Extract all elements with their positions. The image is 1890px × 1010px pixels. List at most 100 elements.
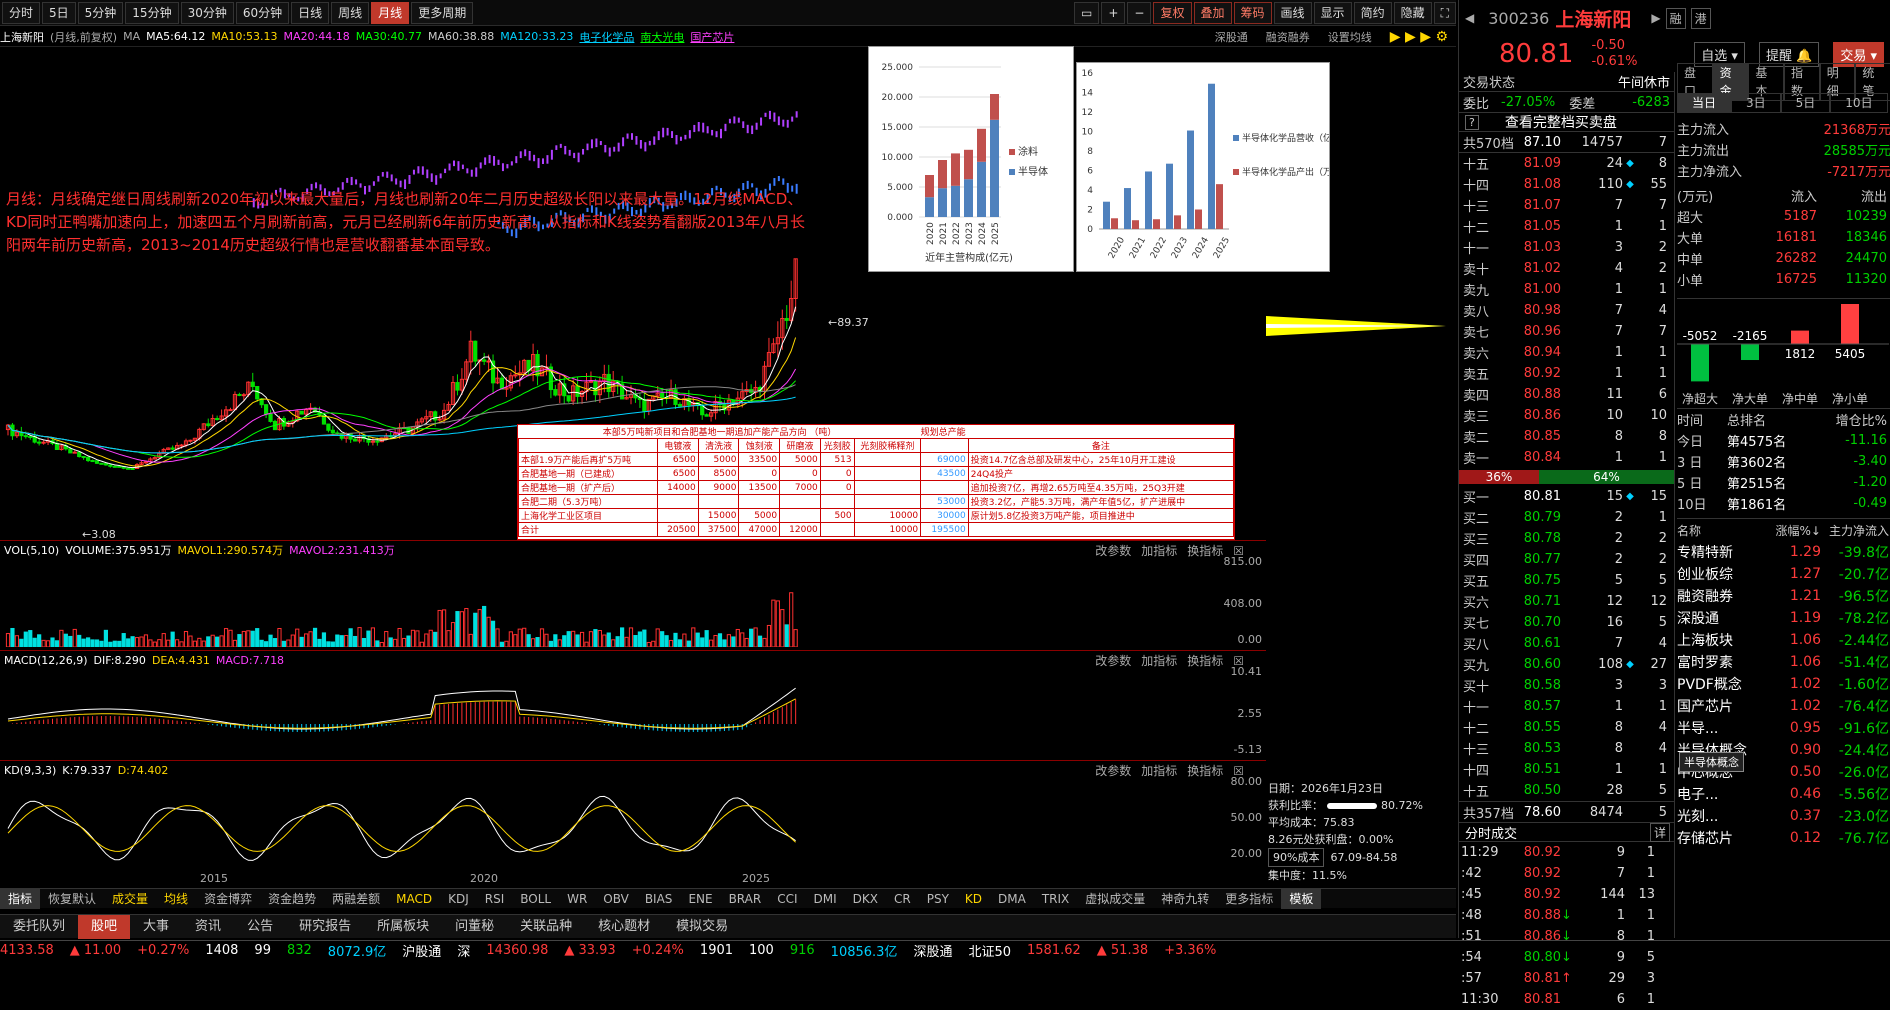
sector-row[interactable]: 存储芯片 0.12 -76.7亿 (1677, 827, 1890, 849)
sector-row[interactable]: 专精特新 1.29 -39.8亿 (1677, 541, 1890, 563)
indicator-15[interactable]: BRAR (721, 889, 770, 909)
bottom-tab-9[interactable]: 核心题材 (585, 915, 663, 939)
indicator-9[interactable]: RSI (477, 889, 513, 909)
buy-level-row[interactable]: 买八 80.61 7 4 (1459, 633, 1674, 654)
volume-panel[interactable]: VOL(5,10) VOLUME:375.951万 MAVOL1:290.574… (0, 540, 1266, 648)
sell-level-row[interactable]: 卖一 80.84 1 1 (1459, 447, 1674, 468)
sector-row[interactable]: 创业板综 1.27 -20.7亿 (1677, 563, 1890, 585)
chart-mode[interactable]: (月线,前复权) (50, 29, 117, 45)
kd-panel[interactable]: KD(9,3,3) K:79.337 D:74.402 改参数 加指标 换指标 ☒ 8… (0, 760, 1266, 872)
indicator-3[interactable]: 均线 (156, 889, 196, 909)
buy-level-row[interactable]: 买一 80.81 15 ◆ 15 (1459, 486, 1674, 507)
fund-subtab-0[interactable]: 当日 (1677, 93, 1732, 113)
link-sgt[interactable]: 深股通 (1215, 29, 1248, 45)
bottom-tab-1[interactable]: 股吧 (78, 914, 131, 939)
sell-level-row[interactable]: 卖七 80.96 7 7 (1459, 321, 1674, 342)
indicator-16[interactable]: CCI (769, 889, 805, 909)
indicator-11[interactable]: WR (559, 889, 595, 909)
tool-1[interactable]: 叠加 (1193, 1, 1232, 24)
tool-6[interactable]: 隐藏 (1393, 1, 1432, 24)
sector-link-1[interactable]: 电子化学品 (579, 29, 634, 45)
full-orderbook-link[interactable]: ? 查看完整档买卖盘 (1459, 112, 1674, 132)
sell-level-row[interactable]: 卖二 80.85 8 8 (1459, 426, 1674, 447)
indicator-12[interactable]: OBV (595, 889, 637, 909)
indicator-1[interactable]: 恢复默认 (40, 889, 104, 909)
vol-title[interactable]: VOL(5,10) (4, 544, 59, 557)
prev-stock-icon[interactable]: ◀ (1465, 11, 1474, 25)
indicator-19[interactable]: CR (886, 889, 919, 909)
edit-params-button[interactable]: 改参数 (1095, 544, 1131, 558)
add-indicator-button[interactable]: 加指标 (1141, 544, 1177, 558)
buy-level-row[interactable]: 买十 80.58 3 3 (1459, 675, 1674, 696)
bottom-tab-4[interactable]: 公告 (234, 915, 286, 939)
sell-level-row[interactable]: 卖三 80.86 10 10 (1459, 405, 1674, 426)
sell-level-row[interactable]: 卖四 80.88 11 6 (1459, 384, 1674, 405)
sell-level-row[interactable]: 十五 81.09 24 ◆ 8 (1459, 153, 1674, 174)
buy-level-row[interactable]: 十四 80.51 1 1 (1459, 759, 1674, 780)
indicator-24[interactable]: 虚拟成交量 (1077, 889, 1153, 909)
fund-subtab-3[interactable]: 10日 (1830, 93, 1888, 113)
edit-params-button[interactable]: 改参数 (1095, 764, 1131, 778)
indicator-7[interactable]: MACD (388, 889, 440, 909)
sector-row[interactable]: 半导... 0.95 -91.6亿 (1677, 717, 1890, 739)
sector-row[interactable]: 深股通 1.19 -78.2亿 (1677, 607, 1890, 629)
indicator-5[interactable]: 资金趋势 (260, 889, 324, 909)
switch-indicator-button[interactable]: 换指标 (1187, 764, 1223, 778)
indicator-4[interactable]: 资金博弈 (196, 889, 260, 909)
tool-5[interactable]: 简约 (1353, 1, 1392, 24)
sell-level-row[interactable]: 卖十 81.02 4 2 (1459, 258, 1674, 279)
sector-row[interactable]: 国产芯片 1.02 -76.4亿 (1677, 695, 1890, 717)
tool-2[interactable]: 筹码 (1233, 1, 1272, 24)
play-icons[interactable]: ▶ ▶ ▶ ⚙ (1390, 29, 1448, 45)
edit-params-button[interactable]: 改参数 (1095, 654, 1131, 668)
sell-level-row[interactable]: 卖八 80.98 7 4 (1459, 300, 1674, 321)
sell-level-row[interactable]: 十二 81.05 1 1 (1459, 216, 1674, 237)
fund-subtab-1[interactable]: 3日 (1731, 93, 1781, 113)
buy-level-row[interactable]: 十三 80.53 8 4 (1459, 738, 1674, 759)
window-icon[interactable]: ▭ (1074, 1, 1100, 24)
indicator-13[interactable]: BIAS (637, 889, 681, 909)
buy-level-row[interactable]: 十一 80.57 1 1 (1459, 696, 1674, 717)
link-ma-settings[interactable]: 设置均线 (1328, 29, 1372, 45)
sell-level-row[interactable]: 卖六 80.94 1 1 (1459, 342, 1674, 363)
indicator-25[interactable]: 神奇九转 (1153, 889, 1217, 909)
tool-0[interactable]: 复权 (1153, 1, 1192, 24)
period-tab-9[interactable]: 更多周期 (411, 1, 474, 24)
bottom-tab-0[interactable]: 委托队列 (0, 915, 78, 939)
sector-link-2[interactable]: 南大光电 (640, 29, 684, 45)
switch-indicator-button[interactable]: 换指标 (1187, 654, 1223, 668)
indicator-6[interactable]: 两融差额 (324, 889, 388, 909)
buy-level-row[interactable]: 买五 80.75 5 5 (1459, 570, 1674, 591)
indicator-8[interactable]: KDJ (440, 889, 477, 909)
period-tab-7[interactable]: 周线 (331, 1, 370, 24)
buy-level-row[interactable]: 买三 80.78 2 2 (1459, 528, 1674, 549)
indicator-23[interactable]: TRIX (1034, 889, 1077, 909)
switch-indicator-button[interactable]: 换指标 (1187, 544, 1223, 558)
bottom-tab-7[interactable]: 问董秘 (442, 915, 507, 939)
buy-level-row[interactable]: 十二 80.55 8 4 (1459, 717, 1674, 738)
plus-icon[interactable]: + (1101, 1, 1126, 24)
indicator-14[interactable]: ENE (680, 889, 720, 909)
indicator-20[interactable]: PSY (919, 889, 957, 909)
period-tab-5[interactable]: 60分钟 (235, 1, 290, 24)
buy-level-row[interactable]: 买六 80.71 12 12 (1459, 591, 1674, 612)
bottom-tab-10[interactable]: 模拟交易 (663, 915, 741, 939)
buy-level-row[interactable]: 买四 80.77 2 2 (1459, 549, 1674, 570)
bottom-tab-5[interactable]: 研究报告 (286, 915, 364, 939)
indicator-10[interactable]: BOLL (512, 889, 559, 909)
period-tab-3[interactable]: 15分钟 (125, 1, 179, 24)
sector-row[interactable]: PVDF概念 1.02 -1.60亿 (1677, 673, 1890, 695)
bottom-tab-6[interactable]: 所属板块 (364, 915, 442, 939)
minus-icon[interactable]: − (1127, 1, 1152, 24)
bottom-tab-2[interactable]: 大事 (130, 915, 182, 939)
add-indicator-button[interactable]: 加指标 (1141, 654, 1177, 668)
indicator-2[interactable]: 成交量 (104, 889, 156, 909)
buy-level-row[interactable]: 买二 80.79 2 1 (1459, 507, 1674, 528)
kd-title[interactable]: KD(9,3,3) (4, 764, 56, 777)
trades-detail-button[interactable]: 详 (1649, 822, 1670, 842)
indicator-18[interactable]: DKX (845, 889, 886, 909)
sector-link-3[interactable]: 国产芯片 (690, 29, 734, 45)
add-indicator-button[interactable]: 加指标 (1141, 764, 1177, 778)
period-tab-1[interactable]: 5日 (42, 1, 76, 24)
sector-row[interactable]: 富时罗素 1.06 -51.4亿 (1677, 651, 1890, 673)
